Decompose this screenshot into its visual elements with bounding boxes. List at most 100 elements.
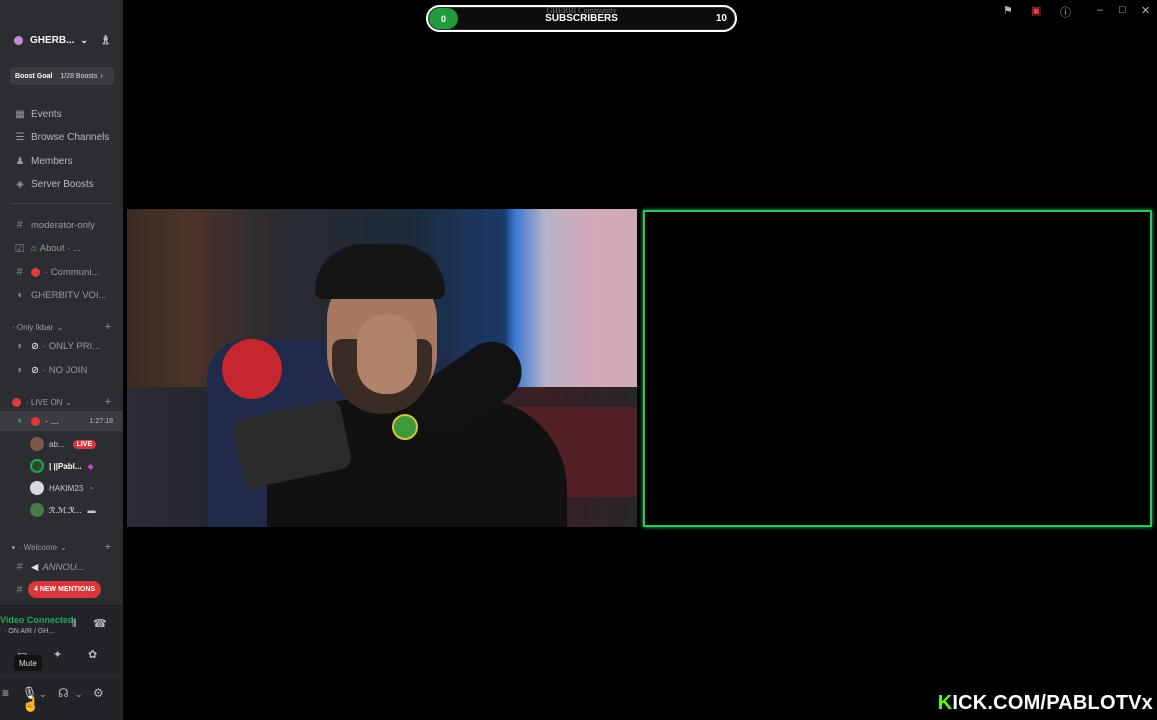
channel-only-private[interactable]: ◖ ⊘ · ONLY PRI...: [0, 336, 123, 356]
menu-icon[interactable]: ≡: [2, 686, 9, 700]
voice-user[interactable]: ab... LIVE: [30, 435, 118, 453]
live-badge: LIVE: [72, 439, 97, 449]
speaker-active-icon: ◖: [16, 415, 23, 427]
subscriber-goal: 10: [715, 13, 727, 24]
channel-moderator-only[interactable]: # moderator-only: [0, 215, 123, 235]
channel-label: moderator-only: [31, 219, 95, 231]
channel-label: · NO JOIN: [42, 364, 88, 376]
boost-goal-bar[interactable]: Boost Goal 1/28 Boosts ›: [10, 67, 114, 85]
megaphone-emoji-icon: ◀: [31, 561, 39, 573]
chevron-down-icon[interactable]: ⌄: [39, 689, 47, 700]
channel-label: · Communi...: [45, 266, 100, 278]
book-emoji-icon: ▪: [12, 542, 15, 552]
house-emoji-icon: ⌂: [31, 242, 37, 254]
close-icon[interactable]: ✕: [1141, 4, 1150, 17]
streamer-video-tile[interactable]: [127, 209, 637, 527]
headphones-icon[interactable]: ☊: [58, 686, 69, 700]
kick-logo-letter: K: [937, 692, 953, 714]
inbox-icon[interactable]: ▣: [1031, 4, 1041, 17]
avatar: [30, 503, 44, 517]
boost-icon: ◈: [16, 178, 24, 190]
nav-browse-channels[interactable]: ☰ Browse Channels: [0, 126, 123, 148]
chevron-down-icon: ⌄: [59, 542, 67, 552]
nav-browse-label: Browse Channels: [31, 131, 110, 143]
rules-icon: ☑: [14, 242, 25, 255]
category-label: · Only Ikbar: [12, 322, 54, 332]
mouse-cursor-icon: ☝: [22, 696, 40, 712]
flag-icon[interactable]: ⚑: [1003, 4, 1013, 17]
hash-icon: #: [16, 561, 23, 573]
speaker-icon: ◖: [16, 340, 23, 352]
category-welcome[interactable]: ▪ · Welcome ⌄ +: [0, 540, 123, 554]
channel-voice-main[interactable]: ◖ GHERBITV VOI...: [0, 285, 123, 305]
browse-channels-icon: ☰: [15, 131, 25, 143]
add-channel-icon[interactable]: +: [105, 541, 111, 553]
soundboard-icon[interactable]: ✿: [88, 648, 97, 661]
add-channel-icon[interactable]: +: [105, 321, 111, 333]
help-icon[interactable]: ⓘ: [1060, 4, 1071, 20]
voice-user-name: ℛ.ℳ.ℛ...: [49, 505, 82, 515]
empty-video-tile[interactable]: [643, 210, 1152, 527]
channel-label: GHERBITV VOI...: [31, 289, 107, 301]
person-hand: [357, 314, 417, 394]
boost-goal-label: Boost Goal: [15, 72, 53, 80]
new-mentions-pill[interactable]: 4 NEW MENTIONS: [28, 581, 102, 598]
avatar: [30, 459, 44, 473]
voice-user[interactable]: | ||Pabl... ◆: [30, 457, 118, 475]
voice-user[interactable]: ℛ.ℳ.ℛ... ▬: [30, 501, 118, 519]
chair-accent: [222, 339, 282, 399]
purple-emoji-icon: ◆: [87, 461, 94, 471]
voice-user-name: ab...: [49, 439, 65, 449]
category-label: · Welcome: [18, 542, 57, 552]
nav-boosts-label: Server Boosts: [31, 178, 94, 190]
mute-tooltip: Mute: [14, 655, 42, 671]
boost-progress: 1/28 Boosts: [60, 72, 98, 80]
voice-user[interactable]: HAKIM23 ◔: [30, 479, 118, 497]
voice-channel-name[interactable]: · ON AIR / GH...: [4, 628, 54, 635]
channel-announcements[interactable]: # ◀ ANNOU...: [0, 557, 123, 577]
voice-connected-status[interactable]: Video Connected: [0, 615, 73, 625]
red-circle-emoji-icon: [31, 416, 40, 426]
prohibited-emoji-icon: ⊘: [31, 340, 39, 352]
channel-no-join[interactable]: ◖ ⊘ · NO JOIN: [0, 360, 123, 380]
noise-suppression-icon[interactable]: ⫴: [72, 618, 77, 631]
chevron-right-icon: ›: [100, 72, 103, 80]
channel-label: About · ...: [39, 242, 81, 254]
invite-user-icon[interactable]: ♗: [100, 33, 111, 47]
kick-watermark: KICK.COM/PABLOTVx: [938, 692, 1153, 715]
chevron-down-icon[interactable]: ⌄: [75, 689, 83, 700]
add-channel-icon[interactable]: +: [105, 396, 111, 408]
category-only-ikbar[interactable]: · Only Ikbar ⌄ +: [0, 320, 123, 334]
avatar: [30, 437, 44, 451]
channel-label: ANNOU...: [42, 561, 85, 573]
live-timer: 1:27:18: [89, 417, 113, 425]
category-live-on[interactable]: · LIVE ON ⌄ +: [0, 395, 123, 409]
channel-about[interactable]: ☑ ⌂ About · ...: [0, 238, 123, 258]
nav-server-boosts[interactable]: ◈ Server Boosts: [0, 173, 123, 195]
maximize-icon[interactable]: □: [1119, 4, 1126, 16]
subscriber-label: SUBSCRIBERS: [545, 13, 618, 24]
disconnect-icon[interactable]: ☎: [93, 617, 107, 630]
kick-url: ICK.COM/PABLOTVx: [952, 692, 1153, 714]
hash-icon: #: [16, 219, 23, 231]
nav-members[interactable]: ♟ Members: [0, 150, 123, 172]
chevron-down-icon: ⌄: [56, 322, 64, 332]
minimize-icon[interactable]: –: [1097, 4, 1103, 16]
server-header[interactable]: GHERB... ⌄ ♗: [0, 26, 123, 54]
channel-live-active[interactable]: ◖ · ... 1:27:18: [0, 411, 123, 431]
channel-community[interactable]: # · Communi...: [0, 262, 123, 282]
server-name: GHERB...: [30, 34, 75, 46]
user-panel: ≡ 🎙 ⌄ ☊ ⌄ ⚙ ☝: [0, 676, 123, 720]
nav-events[interactable]: ▦ Events: [0, 103, 123, 125]
channel-label: · ...: [45, 415, 59, 427]
person-cap: [315, 244, 445, 299]
activities-icon[interactable]: ✦: [53, 648, 62, 661]
deafened-icon: ◔: [88, 483, 94, 493]
voice-user-name: | ||Pabl...: [49, 461, 82, 471]
calendar-icon: ▦: [15, 108, 25, 120]
camera-icon: ▬: [87, 505, 96, 515]
category-label: · LIVE ON: [26, 397, 63, 407]
voice-user-name: HAKIM23: [49, 483, 84, 493]
chevron-down-icon: ⌄: [80, 34, 88, 45]
settings-gear-icon[interactable]: ⚙: [93, 686, 104, 700]
